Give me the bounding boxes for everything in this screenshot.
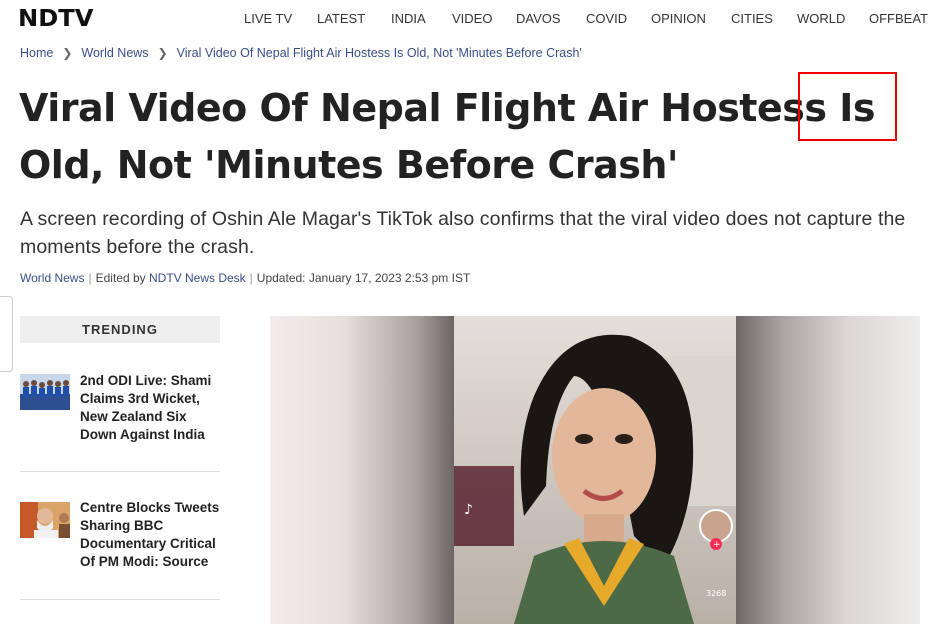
nav-item-video[interactable]: VIDEO <box>452 11 492 26</box>
trending-item[interactable]: 2nd ODI Live: Shami Claims 3rd Wicket, N… <box>20 372 220 452</box>
breadcrumb-current: Viral Video Of Nepal Flight Air Hostess … <box>176 46 582 60</box>
video-blur-left <box>270 316 455 624</box>
meta-updated-date: January 17, 2023 2:53 pm IST <box>308 271 471 285</box>
nav-item-live-tv[interactable]: LIVE TV <box>244 11 292 26</box>
top-navigation-bar: NDTV LIVE TV LATEST INDIA VIDEO DAVOS CO… <box>0 0 929 40</box>
video-still-image: ♪ + 3268 <box>454 316 736 624</box>
article-video-player[interactable]: ♪ + 3268 <box>270 316 920 624</box>
divider <box>20 599 220 600</box>
meta-divider: | <box>88 271 92 285</box>
nav-item-davos[interactable]: DAVOS <box>516 11 561 26</box>
divider <box>20 471 220 472</box>
meta-editor-link[interactable]: NDTV News Desk <box>149 271 246 285</box>
nav-item-offbeat[interactable]: OFFBEAT <box>869 11 928 26</box>
article-subheadline: A screen recording of Oshin Ale Magar's … <box>20 208 906 258</box>
nav-item-opinion[interactable]: OPINION <box>651 11 706 26</box>
article-meta: World News | Edited by NDTV News Desk | Upda… <box>20 271 470 285</box>
nav-item-latest[interactable]: LATEST <box>317 11 365 26</box>
nav-item-cities[interactable]: CITIES <box>731 11 773 26</box>
trending-item[interactable]: Centre Blocks Tweets Sharing BBC Documen… <box>20 499 220 579</box>
svg-text:+: + <box>713 540 721 550</box>
breadcrumb-section[interactable]: World News <box>81 46 148 60</box>
meta-divider: | <box>249 271 253 285</box>
video-frame: ♪ + 3268 <box>454 316 736 624</box>
trending-thumbnail-modi[interactable] <box>20 502 70 538</box>
trending-item-title[interactable]: Centre Blocks Tweets Sharing BBC Documen… <box>80 499 220 571</box>
meta-category-link[interactable]: World News <box>20 271 84 285</box>
chevron-right-icon: ❯ <box>62 46 73 60</box>
nav-item-world[interactable]: WORLD <box>797 11 845 26</box>
trending-item-title[interactable]: 2nd ODI Live: Shami Claims 3rd Wicket, N… <box>80 372 220 444</box>
video-like-count: 3268 <box>706 589 726 598</box>
meta-edited-prefix: Edited by <box>95 271 146 285</box>
side-feedback-tab[interactable] <box>0 296 13 372</box>
main-nav: LIVE TV LATEST INDIA VIDEO DAVOS COVID O… <box>0 11 929 31</box>
trending-header: TRENDING <box>20 316 220 343</box>
meta-updated-label: Updated: <box>256 271 306 285</box>
article-headline: Viral Video Of Nepal Flight Air Hostess … <box>19 86 875 187</box>
trending-thumbnail-cricket[interactable] <box>20 374 70 410</box>
chevron-right-icon: ❯ <box>157 46 168 60</box>
breadcrumb-home[interactable]: Home <box>20 46 53 60</box>
nav-item-india[interactable]: INDIA <box>391 11 426 26</box>
tiktok-logo-icon: ♪ <box>464 502 473 518</box>
video-blur-right <box>735 316 920 624</box>
nav-item-covid[interactable]: COVID <box>586 11 627 26</box>
highlight-annotation-box <box>798 72 897 141</box>
breadcrumb: Home ❯ World News ❯ Viral Video Of Nepal… <box>20 46 582 60</box>
